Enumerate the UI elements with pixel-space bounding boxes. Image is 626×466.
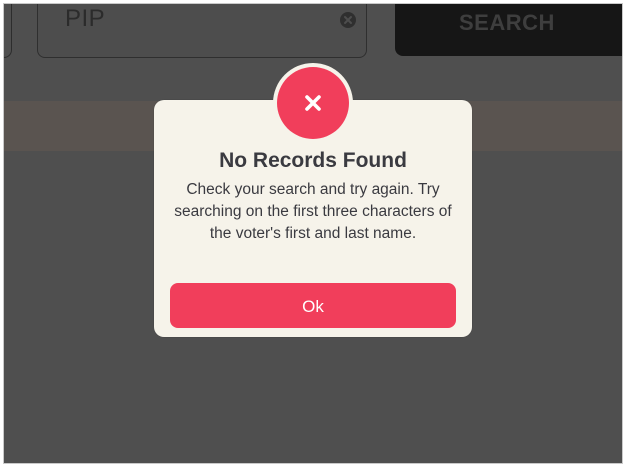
- error-badge: [273, 63, 353, 143]
- ok-button[interactable]: Ok: [170, 283, 456, 328]
- clear-icon[interactable]: [340, 12, 356, 28]
- badge-circle: [277, 67, 349, 139]
- dialog-title: No Records Found: [219, 149, 407, 172]
- search-input-value: PIP: [65, 5, 106, 32]
- search-input[interactable]: PIP: [37, 4, 367, 58]
- close-x-icon: [305, 95, 321, 111]
- left-edge-control: [4, 4, 12, 58]
- search-button[interactable]: SEARCH: [395, 4, 622, 56]
- no-records-dialog: No Records Found Check your search and t…: [154, 63, 472, 337]
- dialog-message: Check your search and try again. Try sea…: [174, 181, 452, 242]
- app-screen: PIP SEARCH No Records Found Check your s…: [3, 3, 623, 464]
